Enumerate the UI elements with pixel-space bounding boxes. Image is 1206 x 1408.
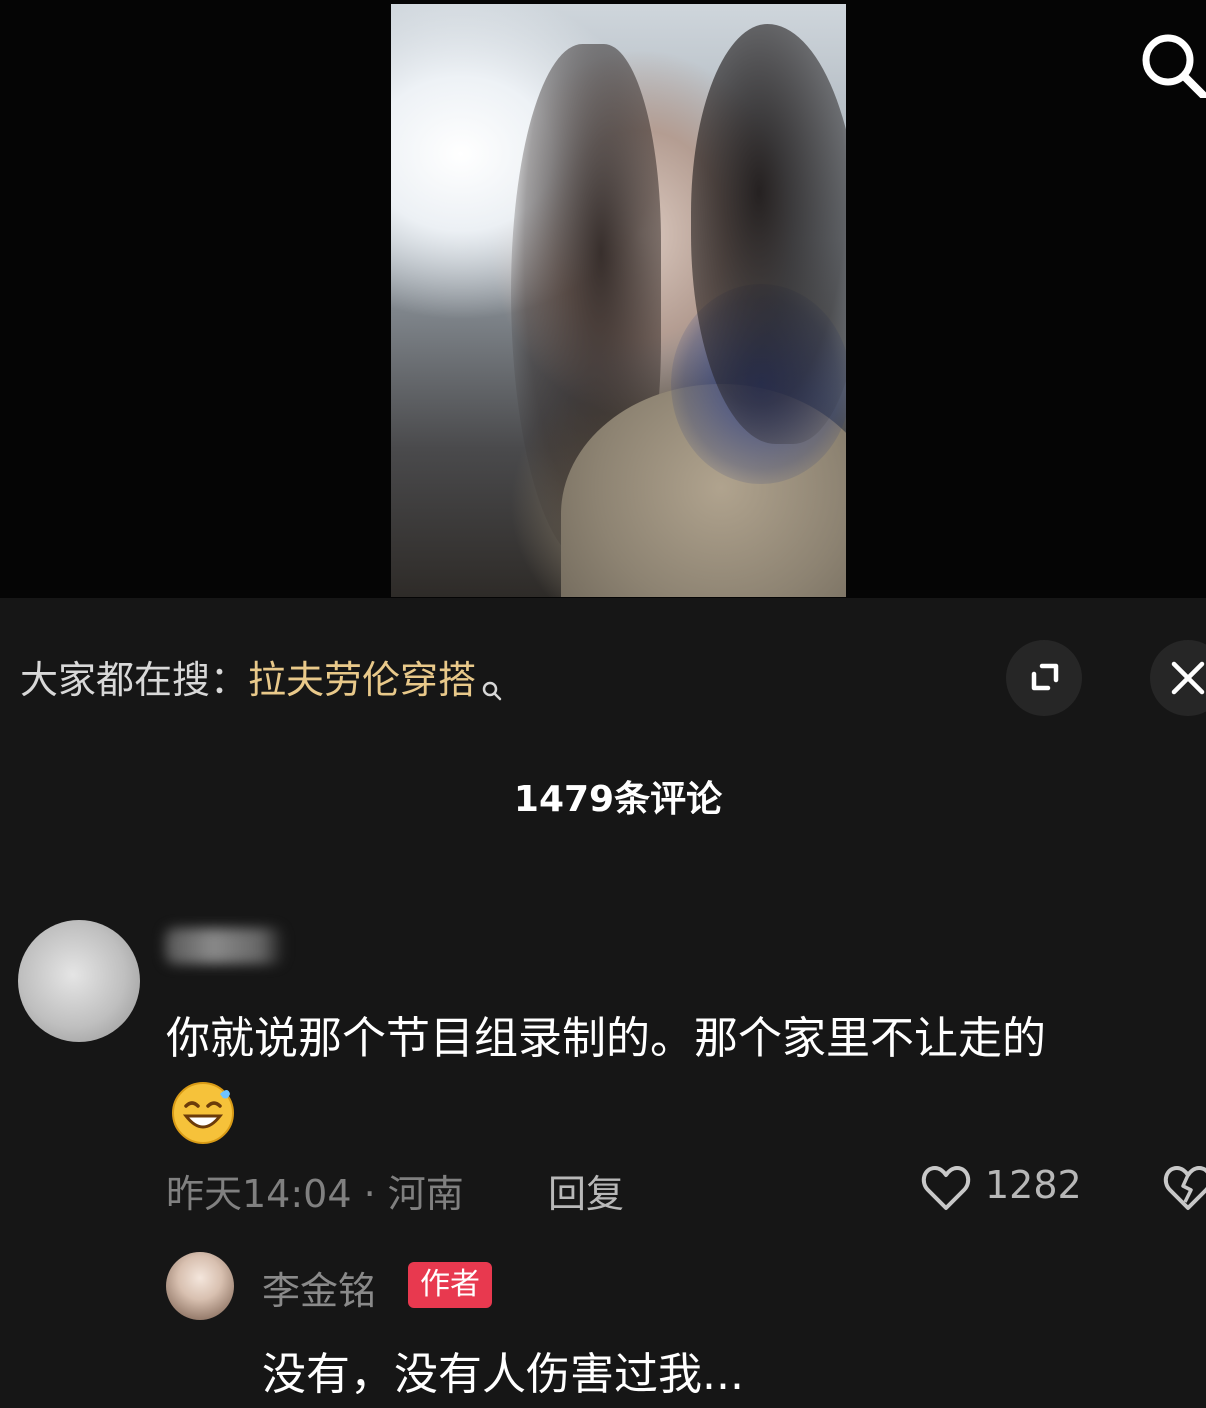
- search-suggestion-prefix: 大家都在搜：: [20, 658, 249, 702]
- video-player[interactable]: [0, 0, 1206, 598]
- laugh-cry-emoji-icon: [168, 1076, 238, 1146]
- comments-count-title: 1479条评论: [513, 779, 723, 820]
- comment-text: 你就说那个节目组录制的。那个家里不让走的: [166, 1013, 1046, 1064]
- avatar[interactable]: [18, 920, 140, 1042]
- reply-text: 没有，没有人伤害过我...: [262, 1349, 744, 1400]
- small-search-icon: [480, 660, 504, 720]
- reply-button[interactable]: 回复: [548, 1163, 624, 1218]
- author-badge: 作者: [408, 1262, 492, 1308]
- heart-icon[interactable]: [918, 1160, 974, 1216]
- comment-time-location: 昨天14:04 · 河南: [166, 1172, 464, 1216]
- search-suggestion-keyword[interactable]: 拉夫劳伦穿搭: [248, 658, 476, 702]
- video-frame[interactable]: [391, 4, 846, 597]
- search-icon[interactable]: [1134, 26, 1206, 102]
- author-avatar[interactable]: [166, 1252, 234, 1320]
- broken-heart-icon[interactable]: [1158, 1160, 1206, 1216]
- blurred-username[interactable]: [165, 928, 285, 964]
- reply-author-name[interactable]: 李金铭: [262, 1260, 376, 1315]
- expand-icon[interactable]: [1006, 640, 1082, 716]
- search-suggestion[interactable]: 大家都在搜：拉夫劳伦穿搭: [20, 650, 504, 710]
- like-count: 1282: [985, 1163, 1082, 1207]
- close-icon[interactable]: [1150, 640, 1206, 716]
